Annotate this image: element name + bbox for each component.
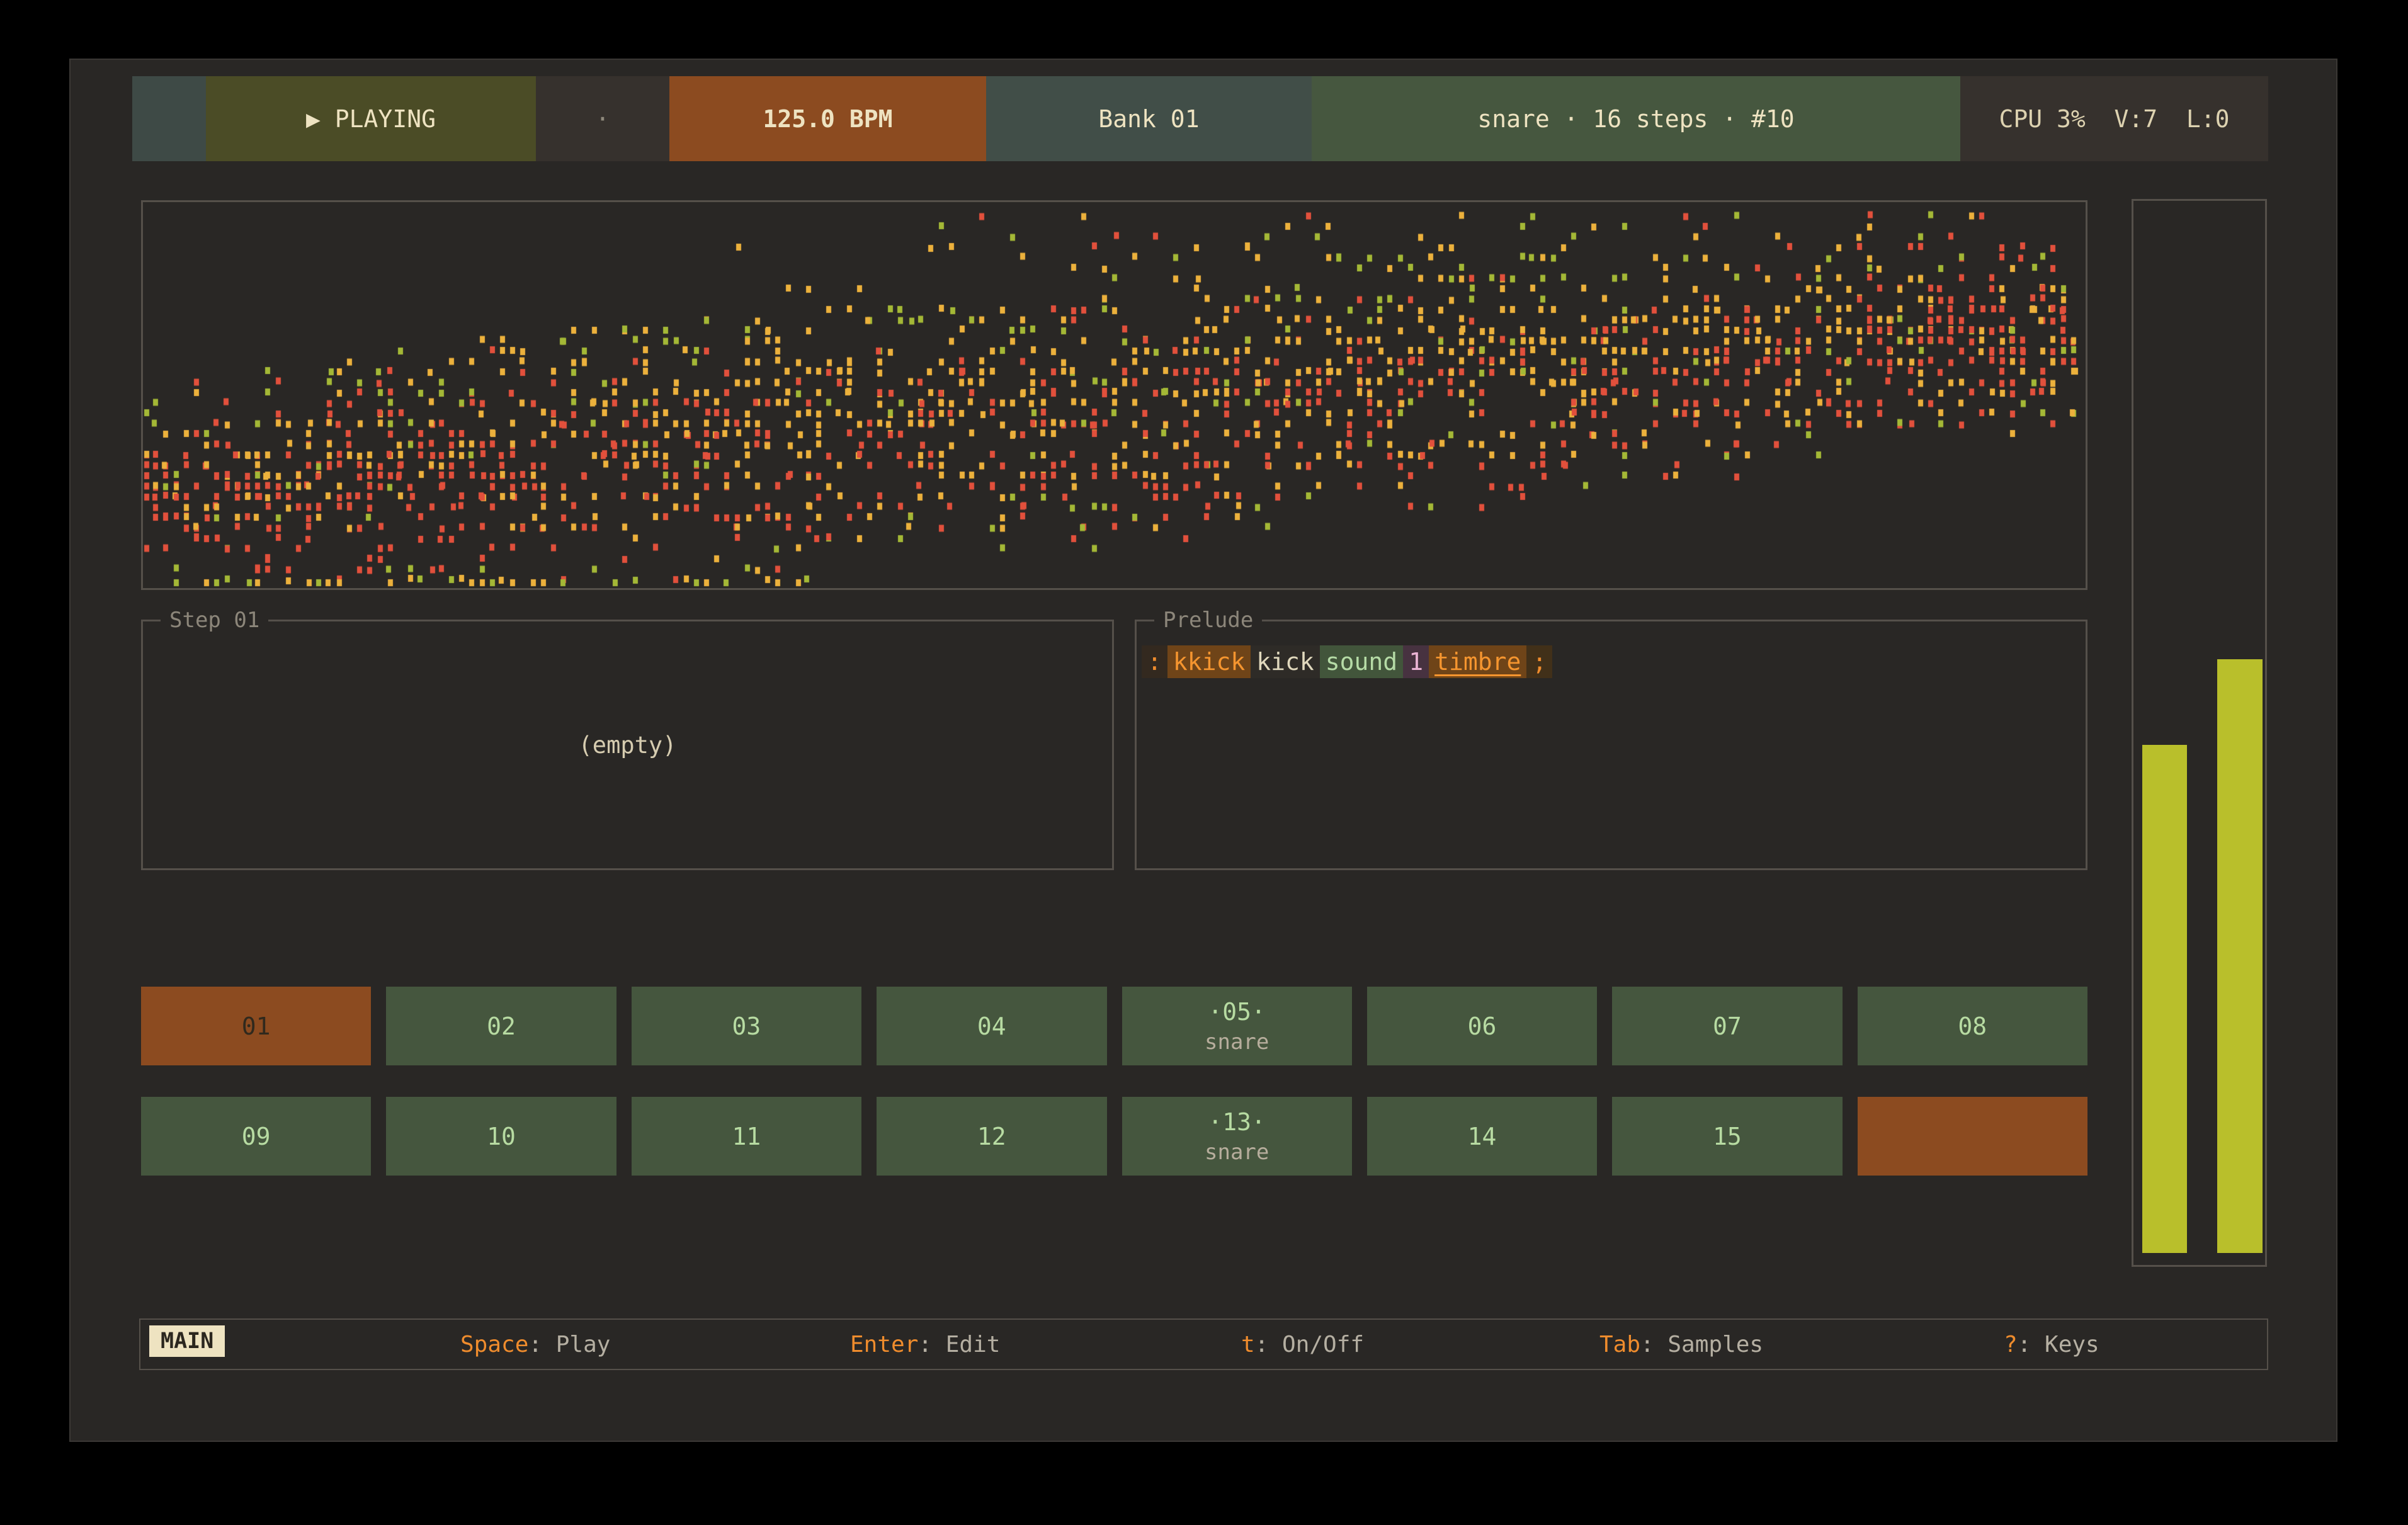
step-button-08[interactable]: 08 <box>1858 987 2087 1065</box>
step-button-label: 08 <box>1958 1012 1987 1040</box>
step-button-14[interactable]: 14 <box>1367 1097 1597 1176</box>
shortcut-label: : On/Off <box>1255 1332 1364 1358</box>
prelude-token-6[interactable]: timbre <box>1429 645 1526 678</box>
step-button-13[interactable]: ·13· snare <box>1122 1097 1352 1176</box>
step-button-label: 09 <box>242 1123 271 1150</box>
step-grid-row-2: 09 10 11 12 ·13· snare 14 15 <box>141 1097 2087 1176</box>
prelude-token-3[interactable]: kick <box>1251 645 1320 678</box>
level-meter-bar-1 <box>2142 745 2187 1253</box>
empty-state-text: (empty) <box>579 732 677 759</box>
step-button-label: 10 <box>487 1123 516 1150</box>
shortcut-key: ? <box>2004 1332 2018 1358</box>
prelude-token-7[interactable]: ; <box>1526 645 1552 678</box>
app-window: ▶ PLAYING · 125.0 BPM Bank 01 snare · 16… <box>69 59 2337 1442</box>
shortcut-label: : Edit <box>918 1332 1000 1358</box>
shortcut-label: : Samples <box>1640 1332 1763 1358</box>
step-button-label: 02 <box>487 1012 516 1040</box>
prelude-legend: Prelude <box>1154 608 1262 633</box>
step-button-label: 06 <box>1468 1012 1497 1040</box>
top-bar-spacer <box>132 76 206 161</box>
step-grid-row-1: 01 02 03 04 ·05· snare 06 07 08 <box>141 987 2087 1065</box>
step-button-label: 15 <box>1713 1123 1742 1150</box>
step-button-label: 03 <box>732 1012 761 1040</box>
footer-bar: MAIN Space: Play Enter: Edit t: On/Off Tab:… <box>139 1318 2268 1370</box>
step-button-label: 07 <box>1713 1012 1742 1040</box>
pattern-visualizer-canvas <box>143 202 2086 588</box>
shortcut-key: Tab <box>1599 1332 1640 1358</box>
step-button-label: 11 <box>732 1123 761 1150</box>
step-button-06[interactable]: 06 <box>1367 987 1597 1065</box>
transport-status[interactable]: ▶ PLAYING <box>206 76 536 161</box>
step-detail-panel: Step 01 (empty) <box>141 620 1114 870</box>
step-button-label: 01 <box>242 1012 271 1040</box>
step-button-15[interactable]: 15 <box>1612 1097 1842 1176</box>
shortcut-on-off: t: On/Off <box>1241 1320 1364 1369</box>
step-button-02[interactable]: 02 <box>386 987 616 1065</box>
mode-badge: MAIN <box>149 1325 225 1357</box>
shortcut-play: Space: Play <box>460 1320 610 1369</box>
prelude-token-4[interactable]: sound <box>1320 645 1403 678</box>
step-button-09[interactable]: 09 <box>141 1097 371 1176</box>
level-meter-panel <box>2132 199 2267 1267</box>
prelude-token-5[interactable]: 1 <box>1403 645 1429 678</box>
bank-display[interactable]: Bank 01 <box>986 76 1312 161</box>
step-button-04[interactable]: 04 <box>877 987 1106 1065</box>
shortcut-key: Space <box>460 1332 528 1358</box>
step-button-07[interactable]: 07 <box>1612 987 1842 1065</box>
shortcut-key: t <box>1241 1332 1255 1358</box>
step-indicator-dot: · <box>536 76 669 161</box>
pattern-visualizer-panel <box>141 200 2087 590</box>
system-stats: CPU 3% V:7 L:0 <box>1960 76 2268 161</box>
top-status-bar: ▶ PLAYING · 125.0 BPM Bank 01 snare · 16… <box>132 76 2268 161</box>
prelude-token-1[interactable]: : <box>1142 645 1167 678</box>
shortcut-label: : Keys <box>2018 1332 2099 1358</box>
step-button-label: 14 <box>1468 1123 1497 1150</box>
step-button-01[interactable]: 01 <box>141 987 371 1065</box>
step-button-05[interactable]: ·05· snare <box>1122 987 1352 1065</box>
shortcut-edit: Enter: Edit <box>850 1320 1000 1369</box>
prelude-panel: Prelude :kkickkicksound1timbre; <box>1135 620 2087 870</box>
step-button-03[interactable]: 03 <box>632 987 861 1065</box>
prelude-token-2[interactable]: kkick <box>1167 645 1251 678</box>
step-button-10[interactable]: 10 <box>386 1097 616 1176</box>
shortcut-samples: Tab: Samples <box>1599 1320 1763 1369</box>
step-detail-legend: Step 01 <box>161 608 268 633</box>
pattern-info: snare · 16 steps · #10 <box>1312 76 1960 161</box>
step-button-12[interactable]: 12 <box>877 1097 1106 1176</box>
step-button-11[interactable]: 11 <box>632 1097 861 1176</box>
step-button-label: ·05· <box>1208 998 1266 1026</box>
prelude-code-line: :kkickkicksound1timbre; <box>1142 645 1552 678</box>
bpm-display[interactable]: 125.0 BPM <box>669 76 986 161</box>
step-button-label: ·13· <box>1208 1108 1266 1136</box>
step-button-sublabel: snare <box>1205 1029 1269 1055</box>
shortcut-label: : Play <box>528 1332 610 1358</box>
step-button-sublabel: snare <box>1205 1140 1269 1165</box>
shortcut-keys: ?: Keys <box>2004 1320 2099 1369</box>
step-button-label: 12 <box>977 1123 1006 1150</box>
step-button-16[interactable] <box>1858 1097 2087 1176</box>
shortcut-key: Enter <box>850 1332 918 1358</box>
step-button-label: 04 <box>977 1012 1006 1040</box>
level-meter-bar-2 <box>2217 659 2263 1253</box>
